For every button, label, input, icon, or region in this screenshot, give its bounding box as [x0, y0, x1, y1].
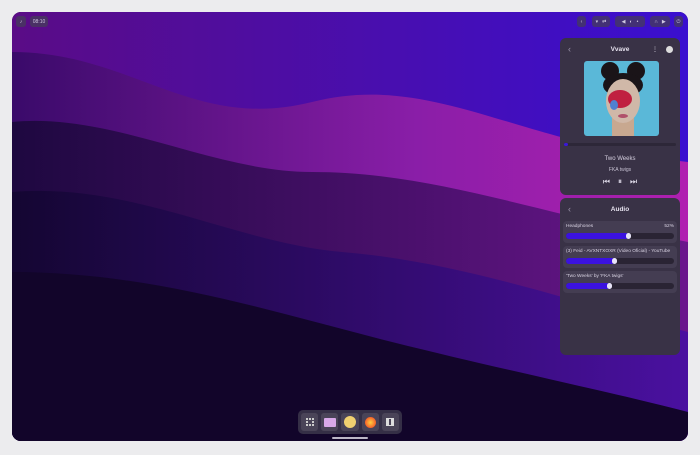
bell-icon: ♪ [19, 18, 23, 25]
sidebar-icon[interactable] [381, 413, 400, 431]
power-icon[interactable]: ⏻ [674, 16, 683, 27]
player-panel: ‹ Vvave ⋮ Two Weeks FKA twigs ⏮ ⏸ ⏭ [560, 38, 680, 195]
audio-title: Audio [610, 206, 630, 213]
volume-slider[interactable] [566, 258, 674, 264]
player-title: Vvave [610, 46, 630, 53]
device-label: Headphones [566, 224, 594, 229]
close-icon[interactable] [666, 46, 673, 53]
album-art [584, 61, 659, 136]
firefox-icon[interactable] [361, 413, 379, 431]
wifi-icon: ▾ [595, 18, 599, 25]
play-icon: ▶ [661, 18, 666, 25]
next-button[interactable]: ⏭ [630, 177, 637, 187]
song-title: Two Weeks [604, 156, 636, 162]
clock[interactable]: 08:10 [30, 16, 48, 27]
window-switcher-icon[interactable] [301, 413, 319, 431]
desktop: ♪ 08:10 ‹ ▾ ⇄ ◀ ◐ • ∩ ▶ ⏻ ‹ Vvave ⋮ Two Week… [12, 12, 688, 441]
headphones-icon: ∩ [654, 18, 658, 25]
transfer-icon: ⇄ [602, 18, 607, 25]
media-button[interactable]: ∩ ▶ [650, 16, 670, 27]
stream-label: (3) Feid - AVXNTXOXR (Video Oficial) - Y… [566, 249, 671, 254]
more-icon[interactable]: ⋮ [652, 46, 658, 53]
volume-percent: 52% [664, 224, 674, 229]
artist-name: FKA twigs [608, 167, 632, 173]
volume-button[interactable]: ◀ ◐ • [615, 16, 645, 27]
pause-button[interactable]: ⏸ [618, 177, 622, 187]
emoji-icon[interactable] [341, 413, 359, 431]
volume-slider[interactable] [566, 283, 674, 289]
playback-progress[interactable] [564, 143, 676, 146]
volume-slider[interactable] [566, 233, 674, 239]
file-manager-icon[interactable] [321, 413, 339, 431]
mic-icon: • [636, 18, 639, 25]
volume-icon: ◀ [621, 18, 626, 25]
stream-label: 'Two Weeks' by 'FKA twigs' [566, 274, 624, 279]
chevron-left-icon[interactable]: ‹ [577, 16, 586, 27]
audio-panel: ‹ Audio Headphones 52% (3) Feid - AVXNTX… [560, 198, 680, 355]
home-handle[interactable] [332, 437, 368, 439]
audio-stream-row: (3) Feid - AVXNTXOXR (Video Oficial) - Y… [563, 246, 677, 268]
brightness-icon: ◐ [629, 18, 633, 25]
network-button[interactable]: ▾ ⇄ [592, 16, 610, 27]
notifications-button[interactable]: ♪ [16, 16, 26, 27]
dock [298, 410, 402, 434]
previous-button[interactable]: ⏮ [603, 177, 610, 187]
audio-device-row: Headphones 52% [563, 221, 677, 243]
audio-stream-row: 'Two Weeks' by 'FKA twigs' [563, 271, 677, 293]
